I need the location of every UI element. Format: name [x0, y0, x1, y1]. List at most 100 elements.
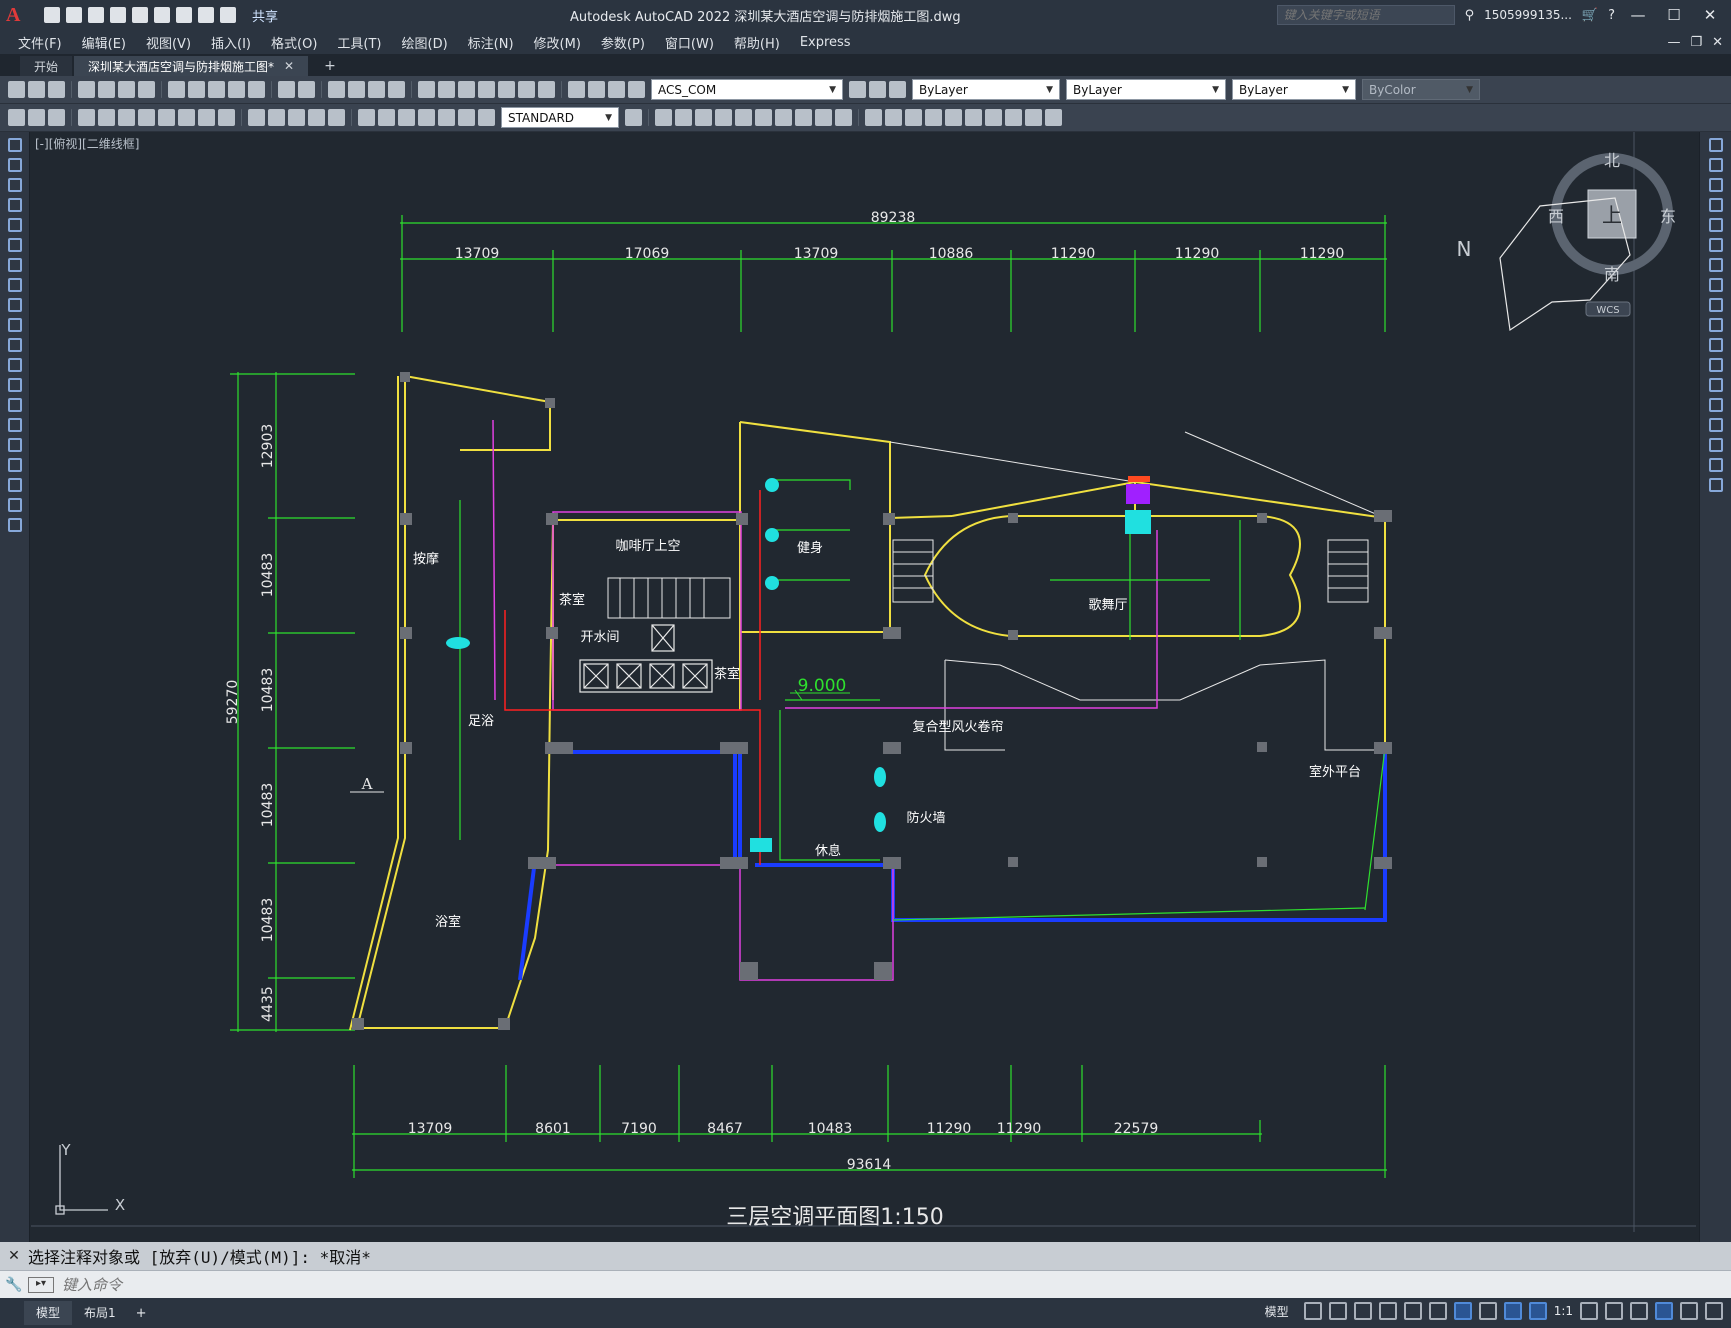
fillet-tool-icon[interactable] — [1708, 438, 1723, 452]
lineweight-combo[interactable]: ByLayer ▼ — [1232, 79, 1356, 100]
add-selected-icon[interactable] — [7, 518, 22, 532]
gradient-icon[interactable] — [7, 438, 22, 452]
array-icon[interactable] — [715, 109, 732, 126]
offset-tool-icon[interactable] — [1708, 198, 1723, 212]
publish-icon[interactable] — [118, 81, 135, 98]
tab-layout1[interactable]: 布局1 — [72, 1301, 128, 1325]
copy-modify-icon[interactable] — [655, 109, 672, 126]
save-web-icon[interactable] — [154, 7, 170, 23]
minimize-button[interactable]: — — [1625, 6, 1651, 24]
ortho-icon[interactable] — [1353, 1302, 1372, 1320]
doc-restore-button[interactable]: ❐ — [1690, 35, 1702, 50]
mirror-tool-icon[interactable] — [1708, 178, 1723, 192]
doc-minimize-button[interactable]: — — [1667, 35, 1680, 50]
jogged-linear-icon[interactable] — [418, 109, 435, 126]
baseline-icon[interactable] — [268, 109, 285, 126]
block-editor-icon[interactable] — [248, 81, 265, 98]
help-icon[interactable]: ? — [1608, 8, 1615, 23]
tolerance-icon[interactable] — [358, 109, 375, 126]
trim-tool-icon[interactable] — [1708, 318, 1723, 332]
model-space-button[interactable]: 模型 — [1265, 1303, 1289, 1320]
annotation-visibility-icon[interactable] — [1503, 1302, 1522, 1320]
save-as-icon[interactable] — [110, 7, 126, 23]
revision-cloud-icon[interactable] — [7, 278, 22, 292]
pan-icon[interactable] — [328, 81, 345, 98]
redo-icon[interactable] — [220, 7, 236, 23]
match-properties-icon[interactable] — [228, 81, 245, 98]
break-point-icon[interactable] — [1708, 358, 1723, 372]
insert-block-icon[interactable] — [8, 109, 25, 126]
attribute-icon[interactable] — [48, 109, 65, 126]
explode-tool-icon[interactable] — [1708, 478, 1723, 492]
make-current-layer-icon[interactable] — [849, 81, 866, 98]
fillet-icon[interactable] — [925, 109, 942, 126]
send-to-back-icon[interactable] — [1005, 109, 1022, 126]
spline-icon[interactable] — [7, 298, 22, 312]
save-tool-icon[interactable] — [48, 81, 65, 98]
close-command-icon[interactable]: ✕ — [0, 1248, 28, 1264]
menu-draw[interactable]: 绘图(D) — [392, 33, 458, 52]
color-combo[interactable]: ByLayer ▼ — [912, 79, 1060, 100]
polygon-icon[interactable] — [7, 198, 22, 212]
undo-tool-icon[interactable] — [278, 81, 295, 98]
ordinate-icon[interactable] — [138, 109, 155, 126]
layer-on-icon[interactable] — [588, 81, 605, 98]
auto-scale-icon[interactable] — [1528, 1302, 1547, 1320]
viewcube[interactable] — [1499, 153, 1673, 332]
markup-icon[interactable] — [498, 81, 515, 98]
bring-to-front-icon[interactable] — [985, 109, 1002, 126]
redo-tool-icon[interactable] — [298, 81, 315, 98]
arc-length-icon[interactable] — [118, 109, 135, 126]
table-icon[interactable] — [7, 478, 22, 492]
menu-file[interactable]: 文件(F) — [8, 33, 72, 52]
text-front-icon[interactable] — [1025, 109, 1042, 126]
paste-icon[interactable] — [208, 81, 225, 98]
autocad-logo-icon[interactable]: A — [6, 3, 30, 27]
cut-icon[interactable] — [168, 81, 185, 98]
dimension-style-icon[interactable] — [625, 109, 642, 126]
join-icon[interactable] — [885, 109, 902, 126]
draw-order-icon[interactable] — [965, 109, 982, 126]
dimension-text-edit-icon[interactable] — [458, 109, 475, 126]
plus-icon[interactable] — [1605, 1302, 1623, 1320]
viewcube-west[interactable]: 西 — [1548, 207, 1564, 226]
scale-tool-icon[interactable] — [1708, 278, 1723, 292]
mtext-icon[interactable] — [7, 498, 22, 512]
drawing-canvas[interactable]: [-][俯视][二维线框] 89238 13709 17069 13709 10… — [31, 132, 1699, 1242]
snap-icon[interactable] — [1328, 1302, 1347, 1320]
menu-express[interactable]: Express — [790, 35, 861, 50]
new-tab-button[interactable]: + — [324, 56, 336, 76]
open-file-icon[interactable] — [66, 7, 82, 23]
circle-icon[interactable] — [7, 258, 22, 272]
block-icon[interactable] — [7, 378, 22, 392]
clean-screen-icon[interactable] — [1680, 1302, 1698, 1320]
open-icon[interactable] — [28, 81, 45, 98]
textstyle-combo[interactable]: STANDARD ▼ — [501, 107, 619, 128]
doc-close-button[interactable]: ✕ — [1712, 35, 1723, 50]
menu-modify[interactable]: 修改(M) — [524, 33, 591, 52]
save-icon[interactable] — [88, 7, 104, 23]
sheet-set-icon[interactable] — [478, 81, 495, 98]
help-tool-icon[interactable] — [538, 81, 555, 98]
arc-icon[interactable] — [7, 238, 22, 252]
layer-freeze-icon[interactable] — [608, 81, 625, 98]
copy-object-icon[interactable] — [1708, 158, 1723, 172]
insert-icon[interactable] — [7, 358, 22, 372]
recent-commands-icon[interactable]: ▸▾ — [28, 1276, 54, 1293]
calculator-icon[interactable] — [518, 81, 535, 98]
user-account[interactable]: 1505999135... — [1484, 8, 1572, 22]
menu-window[interactable]: 窗口(W) — [655, 33, 724, 52]
customize-icon[interactable] — [1705, 1302, 1723, 1320]
construction-line-icon[interactable] — [7, 158, 22, 172]
stretch-icon[interactable] — [795, 109, 812, 126]
extend-icon[interactable] — [835, 109, 852, 126]
maximize-button[interactable]: ☐ — [1661, 6, 1687, 24]
zoom-previous-icon[interactable] — [388, 81, 405, 98]
open-web-icon[interactable] — [132, 7, 148, 23]
region-icon[interactable] — [7, 458, 22, 472]
hatch-icon[interactable] — [7, 418, 22, 432]
layer-previous-icon[interactable] — [869, 81, 886, 98]
erase-icon[interactable] — [1708, 138, 1723, 152]
menu-parametric[interactable]: 参数(P) — [591, 33, 655, 52]
plotstyle-combo[interactable]: ByColor ▼ — [1362, 79, 1480, 100]
